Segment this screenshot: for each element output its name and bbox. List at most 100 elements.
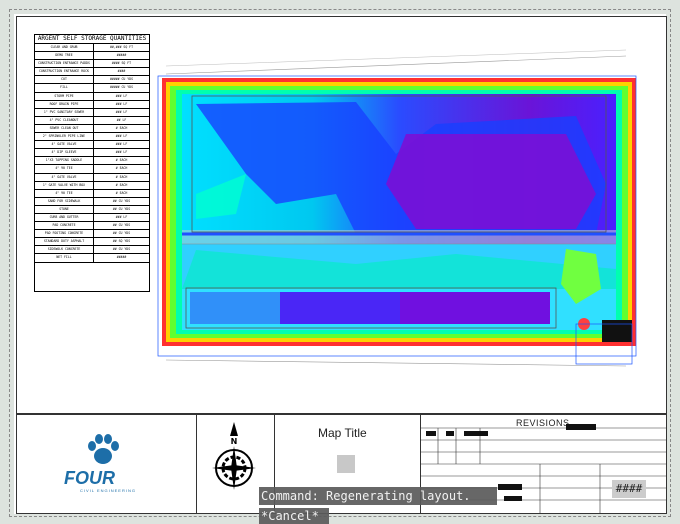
- quantity-item-label: 4" GATE VALVE: [35, 173, 94, 181]
- quantity-item-label: STORM PIPE: [35, 92, 94, 100]
- revisions-title: REVISIONS: [516, 418, 570, 428]
- quantities-table-row: 1" GATE VALVE WITH BOX # EACH: [35, 181, 149, 190]
- quantity-item-label: 4" PVC CLEANOUT: [35, 116, 94, 124]
- quantities-table-row: SIDEWALK CONCRETE ## CU YDS: [35, 246, 149, 255]
- quantities-table-row: 4" GATE VALVE # EACH: [35, 173, 149, 182]
- quantities-table: ARGENT SELF STORAGE QUANTITIES CLEAR AND…: [34, 34, 150, 292]
- quantity-item-value: #### SQ FT: [111, 61, 132, 66]
- quantity-item-label: STONE: [35, 205, 94, 213]
- quantities-table-row: CONSTRUCTION ENTRANCE ROCK ####: [35, 68, 149, 77]
- quantity-item-value: ## CU YDS: [112, 231, 131, 236]
- paw-icon: [88, 434, 119, 464]
- quantity-item-label: 2" SPRINKLER PIPE LINE: [35, 133, 94, 141]
- quantities-table-row: NET FILL #####: [35, 254, 149, 263]
- quantity-item-label: DEMO TREE: [35, 52, 94, 60]
- quantity-item-value: ##### CU YDS: [109, 85, 134, 90]
- quantity-item-value: ### LF: [115, 214, 128, 219]
- quantity-item-label: 1"X3 TAPPING SADDLE: [35, 157, 94, 165]
- quantity-item-label: 1" PVC SANITARY SEWER: [35, 108, 94, 116]
- quantities-table-title: ARGENT SELF STORAGE QUANTITIES: [35, 35, 149, 44]
- quantity-item-value: ## SQ YDS: [112, 239, 131, 244]
- quantity-item-label: PAD CONCRETE: [35, 222, 94, 230]
- quantity-item-label: SEWER CLEAN OUT: [35, 124, 94, 133]
- quantity-item-value: # EACH: [115, 166, 128, 171]
- quantity-item-value: ## CU YDS: [112, 198, 131, 203]
- quantity-item-label: 4" DIP SLEEVE: [35, 149, 94, 157]
- company-logo-text: FOUR: [64, 468, 115, 488]
- quantity-item-label: SAND FOR SIDEWALK: [35, 197, 94, 205]
- quantities-table-row: 4" GATE VALVE ### LF: [35, 141, 149, 150]
- quantity-item-value: # EACH: [115, 190, 128, 195]
- quantities-table-row: 1"X3 TAPPING SADDLE # EACH: [35, 157, 149, 166]
- quantity-item-label: ROOF DRAIN PIPE: [35, 100, 94, 108]
- quantity-item-label: CONSTRUCTION ENTRANCE ROCK: [35, 68, 94, 76]
- svg-text:N: N: [231, 437, 238, 446]
- quantity-item-value: ####: [117, 69, 126, 74]
- quantities-table-row: PAD CONCRETE ## CU YDS: [35, 222, 149, 231]
- quantity-item-label: PAD FOOTING CONCRETE: [35, 230, 94, 238]
- quantities-table-row: 4" 90 TEE # EACH: [35, 189, 149, 198]
- quantity-item-value: #####: [116, 255, 127, 260]
- north-arrow-icon: N: [212, 422, 256, 490]
- map-title-placeholder: [337, 455, 355, 473]
- quantities-table-row: ROOF DRAIN PIPE ### LF: [35, 100, 149, 109]
- quantities-table-row: STORM PIPE ### LF: [35, 92, 149, 101]
- quantities-table-row: CLEAR AND GRUB ##,### SQ FT: [35, 44, 149, 53]
- quantity-item-value: # EACH: [115, 125, 128, 130]
- sheet-number[interactable]: ####: [612, 480, 646, 498]
- quantities-table-row: PAD FOOTING CONCRETE ## CU YDS: [35, 230, 149, 239]
- quantity-item-value: ### LF: [115, 134, 128, 139]
- quantities-table-row: 4" DIP SLEEVE ### LF: [35, 149, 149, 158]
- quantity-item-value: ##,### SQ FT: [109, 45, 134, 49]
- quantity-item-value: #####: [116, 53, 127, 58]
- quantities-table-row: SEWER CLEAN OUT # EACH: [35, 124, 149, 134]
- quantity-item-label: FILL: [35, 84, 94, 92]
- quantities-table-row: FILL ##### CU YDS: [35, 84, 149, 93]
- company-logo-subtext: CIVIL ENGINEERING: [80, 488, 136, 493]
- quantity-item-label: CONSTRUCTION ENTRANCE PADDS: [35, 60, 94, 68]
- redacted-block: [464, 431, 488, 436]
- quantities-table-row: CONSTRUCTION ENTRANCE PADDS #### SQ FT: [35, 60, 149, 69]
- quantity-item-label: CLEAR AND GRUB: [35, 44, 94, 52]
- quantity-item-value: # EACH: [115, 174, 128, 179]
- quantity-item-value: ### LF: [115, 93, 128, 98]
- quantity-item-value: ## CU YDS: [112, 247, 131, 252]
- quantities-table-row: 4" PVC CLEANOUT ## LF: [35, 116, 149, 125]
- cut-fill-heatmap[interactable]: [156, 44, 640, 372]
- quantity-item-label: 4" 90 TEE: [35, 189, 94, 197]
- quantity-item-label: 4" 90 TEE: [35, 165, 94, 173]
- quantity-item-value: # EACH: [115, 158, 128, 163]
- redacted-block: [504, 496, 522, 501]
- quantity-item-label: SIDEWALK CONCRETE: [35, 246, 94, 254]
- quantity-item-label: CUT: [35, 76, 94, 84]
- quantity-item-value: ## CU YDS: [112, 206, 131, 211]
- quantity-item-value: ## LF: [116, 117, 127, 122]
- quantities-table-row: DEMO TREE #####: [35, 52, 149, 61]
- quantities-table-row: 2" SPRINKLER PIPE LINE ### LF: [35, 133, 149, 142]
- redacted-block: [446, 431, 454, 436]
- quantity-item-value: ##### CU YDS: [109, 77, 134, 82]
- redacted-block: [426, 431, 436, 436]
- command-line-message: Command: Regenerating layout.: [259, 487, 497, 505]
- quantities-table-row: CUT ##### CU YDS: [35, 76, 149, 85]
- quantity-item-label: 4" GATE VALVE: [35, 141, 94, 149]
- command-cancel-text[interactable]: *Cancel*: [259, 508, 329, 524]
- map-title[interactable]: Map Title: [318, 426, 367, 440]
- quantities-table-row: SAND FOR SIDEWALK ## CU YDS: [35, 197, 149, 206]
- quantity-item-label: STANDARD DUTY ASPHALT: [35, 238, 94, 246]
- quantity-item-label: CURB AND GUTTER: [35, 213, 94, 222]
- quantity-item-value: ## CU YDS: [112, 223, 131, 228]
- quantities-table-row: 1" PVC SANITARY SEWER ### LF: [35, 108, 149, 117]
- quantity-item-value: ### LF: [115, 150, 128, 155]
- quantities-table-row: CURB AND GUTTER ### LF: [35, 213, 149, 223]
- quantities-table-row: STONE ## CU YDS: [35, 205, 149, 214]
- quantities-table-row: STANDARD DUTY ASPHALT ## SQ YDS: [35, 238, 149, 247]
- quantity-item-label: NET FILL: [35, 254, 94, 262]
- quantity-item-value: ### LF: [115, 101, 128, 106]
- quantity-item-value: ### LF: [115, 142, 128, 147]
- quantity-item-value: ### LF: [115, 109, 128, 114]
- quantity-item-value: # EACH: [115, 182, 128, 187]
- quantities-table-row: 4" 90 TEE # EACH: [35, 165, 149, 174]
- redacted-block: [566, 424, 596, 430]
- redacted-block: [498, 484, 522, 490]
